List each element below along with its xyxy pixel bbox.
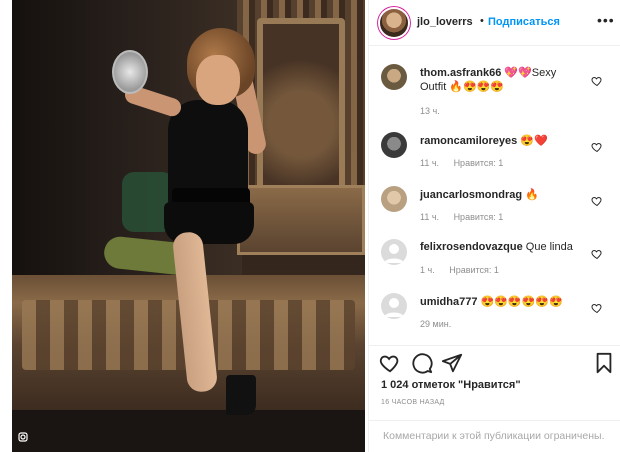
comments-limited-notice: Комментарии к этой публикации ограничены…: [383, 430, 605, 442]
comment-body: umidha777 😍😍😍😍😍😍: [420, 295, 563, 308]
comment-footer: Комментарии к этой публикации ограничены…: [369, 420, 620, 452]
photo-armrest: [237, 185, 365, 255]
post-timestamp[interactable]: 16 ЧАСОВ НАЗАД: [381, 399, 445, 406]
comment-text: 🔥: [525, 189, 539, 201]
comment-text: 😍❤️: [520, 135, 548, 147]
comment-meta: 13 ч.: [420, 106, 440, 116]
comment-meta: 11 ч. Нравится: 1: [420, 158, 503, 168]
like-count[interactable]: 1 024 отметок "Нравится": [381, 379, 521, 391]
separator-dot: •: [480, 15, 484, 27]
comment-heart-icon[interactable]: [591, 247, 603, 260]
comment-body: juancarlosmondrag 🔥: [420, 188, 539, 201]
comment-time[interactable]: 29 мин.: [420, 319, 451, 329]
comment-username[interactable]: umidha777: [420, 296, 477, 308]
heart-icon[interactable]: [379, 352, 401, 374]
avatar[interactable]: [381, 239, 407, 265]
comment-body: ramoncamiloreyes 😍❤️: [420, 134, 548, 147]
comment-meta: 29 мин.: [420, 319, 451, 329]
subject-shoe: [226, 375, 256, 415]
follow-button[interactable]: Подписаться: [488, 16, 560, 28]
comment-username[interactable]: ramoncamiloreyes: [420, 135, 517, 147]
post-photo[interactable]: [12, 0, 365, 452]
comment-time[interactable]: 11 ч.: [420, 158, 439, 168]
comment-heart-icon[interactable]: [591, 301, 603, 314]
comment-time[interactable]: 11 ч.: [420, 212, 439, 222]
default-avatar-icon: [384, 298, 404, 317]
comment-likes[interactable]: Нравится: 1: [454, 158, 504, 168]
instagram-post-window: jlo_loverrs • Подписаться ••• thom.asfra…: [0, 0, 620, 452]
comment-meta: 1 ч. Нравится: 1: [420, 265, 499, 275]
comment-heart-icon[interactable]: [591, 194, 603, 207]
comment-body: thom.asfrank66 💖💖Sexy Outfit 🔥😍😍😍: [420, 66, 585, 94]
comment-username[interactable]: juancarlosmondrag: [420, 189, 522, 201]
comment-username[interactable]: felixrosendovazque: [420, 241, 523, 253]
comment-icon[interactable]: [411, 352, 433, 374]
subject-face: [196, 55, 240, 105]
avatar[interactable]: [381, 64, 407, 90]
subject-mirror: [112, 50, 148, 94]
avatar[interactable]: [381, 293, 407, 319]
avatar[interactable]: [381, 186, 407, 212]
comment-username[interactable]: thom.asfrank66: [420, 67, 501, 79]
comment-time[interactable]: 1 ч.: [420, 265, 435, 275]
comment-likes[interactable]: Нравится: 1: [449, 265, 499, 275]
author-username[interactable]: jlo_loverrs: [417, 16, 473, 28]
comment-heart-icon[interactable]: [591, 140, 603, 153]
post-header: jlo_loverrs • Подписаться •••: [369, 0, 620, 46]
comment-meta: 11 ч. Нравится: 1: [420, 212, 503, 222]
photo-floor: [12, 410, 365, 452]
share-icon[interactable]: [441, 352, 463, 374]
instagram-mark-icon: [18, 432, 28, 442]
avatar[interactable]: [381, 132, 407, 158]
default-avatar-icon: [384, 244, 404, 263]
comment-text: 😍😍😍😍😍😍: [480, 296, 563, 308]
comment-time[interactable]: 13 ч.: [420, 106, 440, 116]
more-options-icon[interactable]: •••: [597, 12, 615, 28]
comment-likes[interactable]: Нравится: 1: [454, 212, 504, 222]
comment-heart-icon[interactable]: [591, 74, 603, 87]
comment-body: felixrosendovazque Que linda: [420, 241, 573, 253]
avatar[interactable]: [380, 9, 408, 37]
comment-text: Que linda: [525, 241, 573, 253]
post-sidebar: jlo_loverrs • Подписаться ••• thom.asfra…: [368, 0, 620, 452]
bookmark-icon[interactable]: [593, 352, 615, 374]
